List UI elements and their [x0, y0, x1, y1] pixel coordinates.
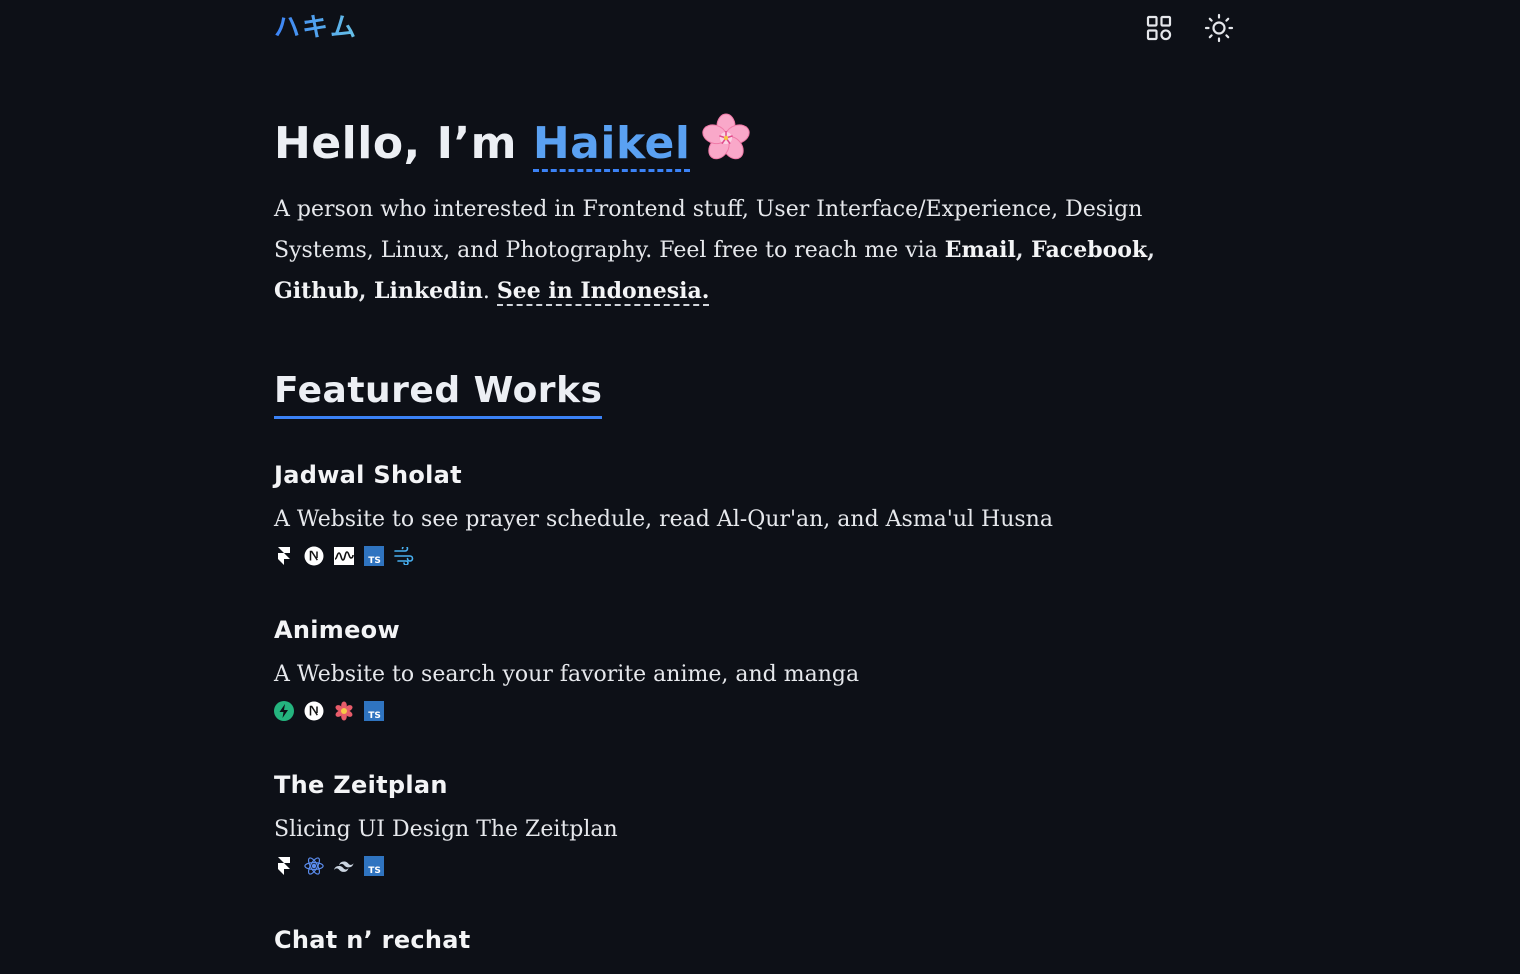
project-description: A Website to see prayer schedule, read A… [274, 507, 1053, 532]
supabase-icon [274, 701, 294, 721]
project-description: Slicing UI Design The Zeitplan [274, 817, 618, 842]
tech-stack: TS [274, 856, 384, 876]
theme-toggle-button[interactable] [1203, 13, 1235, 48]
project-card: Animeow A Website to search your favorit… [274, 613, 1234, 721]
recoil-icon [334, 701, 354, 721]
hero-name-link[interactable]: Haikel [532, 118, 691, 172]
project-card: The Zeitplan Slicing UI Design The Zeitp… [274, 768, 1234, 876]
intro-separator: , [1147, 237, 1155, 263]
menu-grid-button[interactable] [1143, 14, 1175, 46]
typescript-icon: TS [364, 701, 384, 721]
nextjs-icon [304, 701, 324, 721]
intro-separator: , [358, 278, 375, 304]
project-card: Chat n’ rechat [274, 923, 1234, 957]
cherry-blossom-icon [700, 112, 752, 182]
swr-icon [334, 546, 354, 566]
project-description: A Website to search your favorite anime,… [274, 662, 860, 687]
typescript-icon: TS [364, 546, 384, 566]
project-title[interactable]: Chat n’ rechat [274, 923, 1234, 957]
tech-stack: TS [274, 701, 384, 721]
grid-icon [1146, 15, 1172, 46]
framer-icon [274, 546, 294, 566]
intro-paragraph: A person who interested in Frontend stuf… [274, 190, 1234, 312]
svg-text:TS: TS [368, 711, 381, 721]
project-title[interactable]: Animeow [274, 613, 1234, 647]
hero-title: Hello, I’m Haikel [274, 112, 752, 182]
svg-text:TS: TS [368, 556, 381, 566]
sun-icon [1204, 13, 1234, 48]
intro-end: . [482, 279, 497, 304]
email-link[interactable]: Email [945, 237, 1016, 263]
tailwind-icon [334, 856, 354, 876]
site-logo[interactable]: ハキム [274, 12, 358, 44]
tech-stack: TS [274, 546, 414, 566]
hero-greeting: Hello, I’m [274, 118, 533, 169]
intro-separator: , [1015, 237, 1032, 263]
project-card: Jadwal Sholat A Website to see prayer sc… [274, 458, 1234, 566]
nextjs-icon [304, 546, 324, 566]
facebook-link[interactable]: Facebook [1031, 237, 1147, 263]
framer-icon [274, 856, 294, 876]
react-icon [304, 856, 324, 876]
linkedin-link[interactable]: Linkedin [374, 278, 483, 304]
project-title[interactable]: Jadwal Sholat [274, 458, 1234, 492]
see-in-indonesia-link[interactable]: See in Indonesia. [496, 278, 710, 306]
site-header: ハキム [274, 0, 1234, 60]
featured-works-title: Featured Works [274, 366, 603, 419]
windicss-icon [394, 546, 414, 566]
typescript-icon: TS [364, 856, 384, 876]
github-link[interactable]: Github [274, 278, 359, 304]
project-title[interactable]: The Zeitplan [274, 768, 1234, 802]
svg-text:TS: TS [368, 866, 381, 876]
page: ハキム Hello, I’m Haikel A person who inter… [274, 0, 1234, 954]
